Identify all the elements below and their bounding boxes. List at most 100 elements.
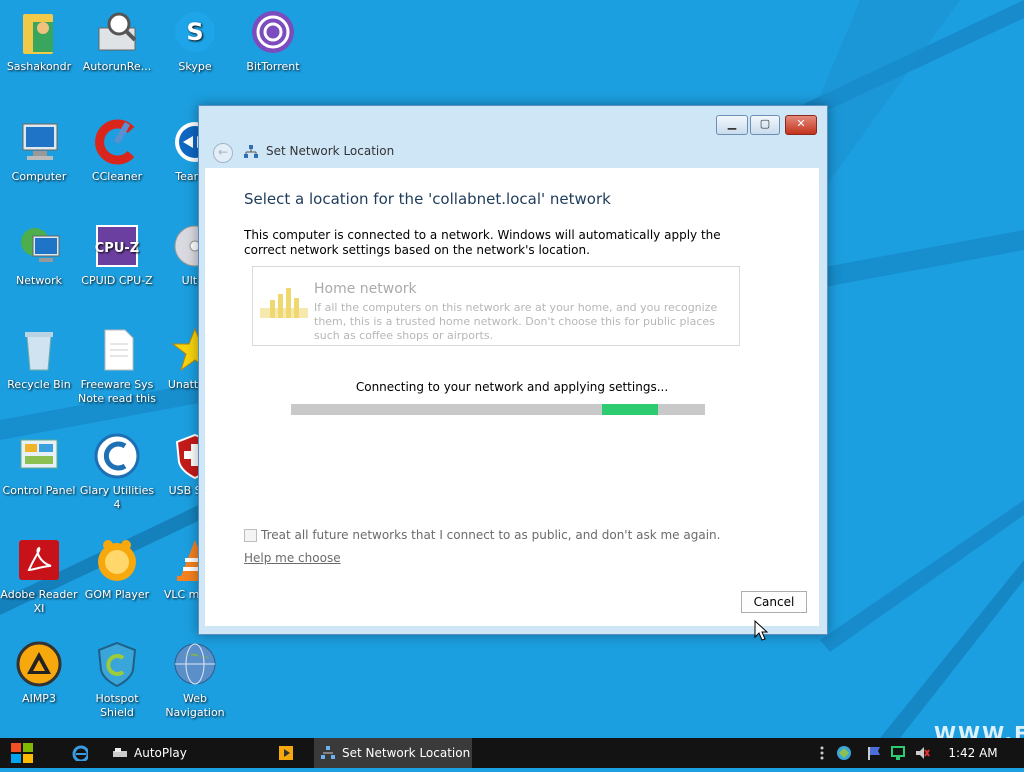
taskbar-network-location-label: Set Network Location xyxy=(342,746,471,760)
maximize-icon: ▢ xyxy=(759,117,771,130)
cpuz-icon: CPU-Z xyxy=(93,222,141,270)
back-arrow-icon: ← xyxy=(217,145,229,159)
window-title: Set Network Location xyxy=(266,144,395,158)
home-network-option[interactable]: Home network If all the computers on thi… xyxy=(252,266,740,346)
media-player-icon xyxy=(279,746,293,760)
desktop-icon-gom-player[interactable]: GOM Player xyxy=(78,536,156,602)
desktop-icon-label: Freeware Sys Note read this xyxy=(78,378,156,405)
mouse-cursor-icon xyxy=(754,619,769,646)
home-network-description: If all the computers on this network are… xyxy=(314,301,718,342)
desktop-icon-computer[interactable]: Computer xyxy=(0,118,78,184)
desktop-icon-label: Control Panel xyxy=(2,484,76,497)
taskbar-autoplay-label: AutoPlay xyxy=(134,746,187,760)
watermark: WWW.FR xyxy=(934,722,1024,738)
set-network-location-window: ▁ ▢ ✕ ← Set Network Location Select a lo… xyxy=(198,105,828,635)
desktop-icon-label: AIMP3 xyxy=(22,692,56,705)
desktop-icon-aimp[interactable]: AIMP3 xyxy=(0,640,78,706)
skype-icon: S xyxy=(171,8,219,56)
help-me-choose-link[interactable]: Help me choose xyxy=(244,551,341,565)
desktop-icon-control-panel[interactable]: Control Panel xyxy=(0,432,78,498)
minimize-icon: ▁ xyxy=(727,117,737,130)
close-button[interactable]: ✕ xyxy=(785,115,817,135)
progress-bar-indicator xyxy=(602,404,658,415)
internet-explorer-icon xyxy=(72,745,88,761)
desktop-icon-recycle-bin[interactable]: Recycle Bin xyxy=(0,326,78,392)
recycle-bin-icon xyxy=(15,326,63,374)
start-button[interactable] xyxy=(0,738,54,768)
desktop-icon-bittorrent[interactable]: BitTorrent xyxy=(234,8,312,74)
network-status-icon[interactable] xyxy=(890,745,906,761)
svg-text:S: S xyxy=(186,18,203,46)
show-desktop-button[interactable] xyxy=(1010,742,1024,764)
desktop-icon-label: Network xyxy=(16,274,62,287)
desktop-icon-label: BitTorrent xyxy=(246,60,300,73)
desktop-icon-glary[interactable]: Glary Utilities 4 xyxy=(78,432,156,512)
desktop-icon-label: Hotspot Shield xyxy=(95,692,139,719)
public-networks-checkbox[interactable] xyxy=(244,529,257,542)
desktop-icon-cpuz[interactable]: CPU-Z CPUID CPU-Z xyxy=(78,222,156,288)
taskbar-set-network-location[interactable]: Set Network Location xyxy=(314,738,472,768)
bittorrent-icon xyxy=(249,8,297,56)
action-center-flag-icon[interactable] xyxy=(866,745,882,761)
taskbar: AutoPlay Set Network Location 1:42 AM xyxy=(0,738,1024,768)
dialog-content: Select a location for the 'collabnet.loc… xyxy=(205,168,819,626)
user-folder-icon xyxy=(15,8,63,56)
desktop-icon-label: CCleaner xyxy=(91,170,143,183)
svg-text:CPU-Z: CPU-Z xyxy=(95,241,139,256)
home-network-title: Home network xyxy=(314,281,417,297)
network-location-icon xyxy=(243,144,259,160)
desktop-icon-skype[interactable]: S Skype xyxy=(156,8,234,74)
home-network-icon xyxy=(260,284,310,320)
maximize-button[interactable]: ▢ xyxy=(750,115,780,135)
desktop-icon-hotspot-shield[interactable]: Hotspot Shield xyxy=(78,640,156,720)
desktop-icon-freeware-note[interactable]: Freeware Sys Note read this xyxy=(78,326,156,406)
desktop-icon-label: GOM Player xyxy=(84,588,150,601)
desktop-icon-web-navigation[interactable]: Web Navigation xyxy=(156,640,234,720)
control-panel-icon xyxy=(15,432,63,480)
network-icon xyxy=(15,222,63,270)
window-titlebar[interactable]: ▁ ▢ ✕ xyxy=(199,106,827,136)
volume-muted-icon[interactable] xyxy=(914,745,930,761)
desktop-icon-label: Recycle Bin xyxy=(7,378,71,391)
desktop-icon-ccleaner[interactable]: CCleaner xyxy=(78,118,156,184)
progress-status-text: Connecting to your network and applying … xyxy=(355,380,669,394)
glary-icon xyxy=(93,432,141,480)
taskbar-autoplay[interactable]: AutoPlay xyxy=(106,738,266,768)
desktop-icon-label: Skype xyxy=(178,60,212,73)
autoplay-icon xyxy=(113,748,127,757)
computer-icon xyxy=(15,118,63,166)
taskbar-clock[interactable]: 1:42 AM xyxy=(948,738,998,768)
autorun-icon xyxy=(93,8,141,56)
desktop-icon-network[interactable]: Network xyxy=(0,222,78,288)
document-icon xyxy=(93,326,141,374)
desktop-icon-label: Glary Utilities 4 xyxy=(79,484,155,511)
desktop-icon-label: Sashakondr xyxy=(6,60,72,73)
back-button[interactable]: ← xyxy=(213,143,233,163)
page-description: This computer is connected to a network.… xyxy=(244,228,721,257)
adobe-reader-icon xyxy=(15,536,63,584)
desktop-icon-autorun[interactable]: AutorunRe... xyxy=(78,8,156,74)
progress-bar xyxy=(291,404,705,415)
taskbar-media-player[interactable] xyxy=(272,738,308,768)
network-location-icon xyxy=(321,746,335,759)
globe-icon xyxy=(171,640,219,688)
cancel-button[interactable]: Cancel xyxy=(741,591,807,613)
system-tray xyxy=(812,738,942,768)
close-icon: ✕ xyxy=(796,117,806,130)
page-heading: Select a location for the 'collabnet.loc… xyxy=(244,190,611,208)
ccleaner-icon xyxy=(93,118,141,166)
desktop-icon-sashakondr[interactable]: Sashakondr xyxy=(0,8,78,74)
desktop-icon-label: Adobe Reader XI xyxy=(0,588,78,615)
desktop-icon-label: Computer xyxy=(11,170,67,183)
tray-overflow-icon[interactable] xyxy=(814,745,830,761)
tray-app-icon[interactable] xyxy=(836,745,852,761)
windows-logo-icon xyxy=(11,743,33,763)
taskbar-internet-explorer[interactable] xyxy=(66,738,98,768)
desktop-icon-label: AutorunRe... xyxy=(82,60,152,73)
minimize-button[interactable]: ▁ xyxy=(716,115,748,135)
public-networks-checkbox-label[interactable]: Treat all future networks that I connect… xyxy=(261,528,720,542)
hotspot-shield-icon xyxy=(93,640,141,688)
gom-player-icon xyxy=(93,536,141,584)
desktop-icon-label: Web Navigation xyxy=(165,692,225,719)
desktop-icon-adobe-reader[interactable]: Adobe Reader XI xyxy=(0,536,78,616)
